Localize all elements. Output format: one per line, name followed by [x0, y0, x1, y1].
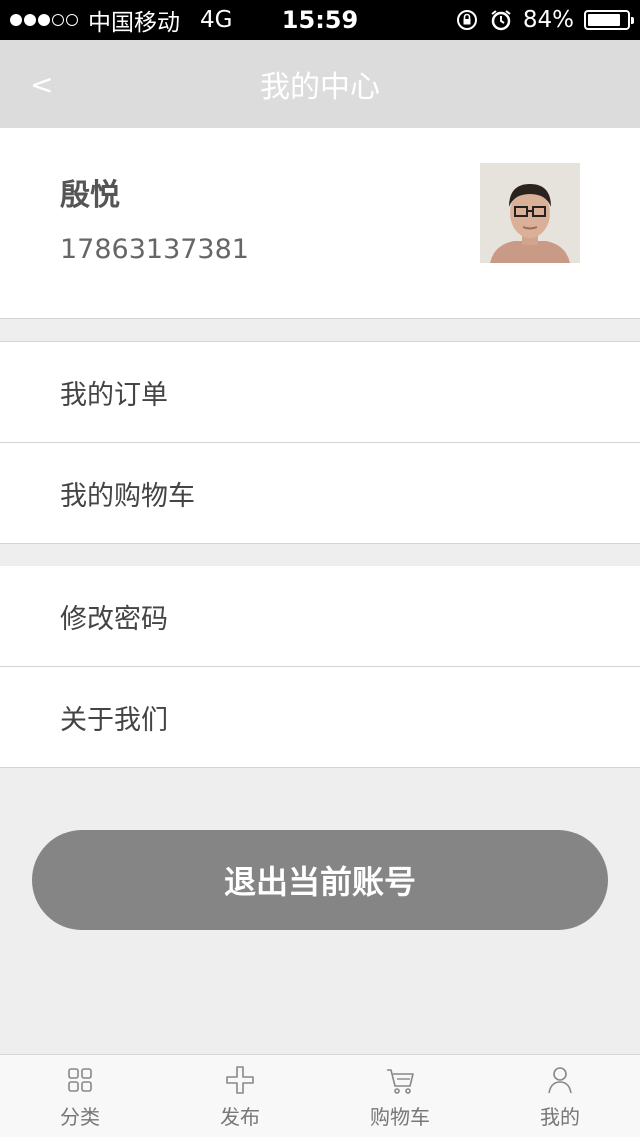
menu-group-shopping: 我的订单 我的购物车 — [0, 341, 640, 544]
menu-item-orders[interactable]: 我的订单 — [0, 342, 640, 443]
status-right: 84% — [455, 0, 634, 40]
battery-icon — [584, 10, 634, 30]
battery-percent: 84% — [522, 7, 574, 33]
profile-card[interactable]: 殷悦 17863137381 — [0, 128, 640, 319]
status-bar: 中国移动 4G 15:59 84% — [0, 0, 640, 40]
avatar-photo — [480, 163, 580, 263]
menu-item-label: 修改密码 — [60, 603, 168, 635]
menu-item-label: 我的购物车 — [60, 480, 195, 512]
tab-label: 我的 — [540, 1105, 580, 1129]
tab-publish[interactable]: 发布 — [160, 1055, 320, 1137]
tab-cart[interactable]: 购物车 — [320, 1055, 480, 1137]
back-button[interactable]: < — [30, 40, 80, 128]
rotation-lock-icon — [456, 10, 477, 30]
page-title: 我的中心 — [260, 70, 380, 105]
cart-icon — [387, 1069, 414, 1094]
tab-category[interactable]: 分类 — [0, 1055, 160, 1137]
plus-icon — [226, 1066, 254, 1094]
menu-item-label: 我的订单 — [60, 379, 168, 411]
tab-bar: 分类 发布 购物车 我的 — [0, 1054, 640, 1137]
grid-icon — [68, 1068, 92, 1092]
nav-bar: < 我的中心 — [0, 40, 640, 128]
menu-item-change-password[interactable]: 修改密码 — [0, 566, 640, 667]
tab-label: 发布 — [220, 1105, 260, 1129]
logout-button[interactable]: 退出当前账号 — [32, 830, 608, 930]
tab-label: 购物车 — [370, 1105, 430, 1129]
tab-mine[interactable]: 我的 — [480, 1055, 640, 1137]
menu-item-about[interactable]: 关于我们 — [0, 667, 640, 768]
tab-label: 分类 — [60, 1105, 100, 1129]
user-name: 殷悦 — [60, 178, 120, 213]
menu-group-account: 修改密码 关于我们 — [0, 566, 640, 768]
battery-fill — [588, 14, 620, 26]
alarm-icon — [491, 10, 511, 31]
menu-item-cart[interactable]: 我的购物车 — [0, 443, 640, 544]
person-icon — [548, 1067, 572, 1094]
user-phone: 17863137381 — [60, 234, 249, 265]
menu-item-label: 关于我们 — [60, 704, 168, 736]
avatar[interactable] — [480, 163, 580, 263]
